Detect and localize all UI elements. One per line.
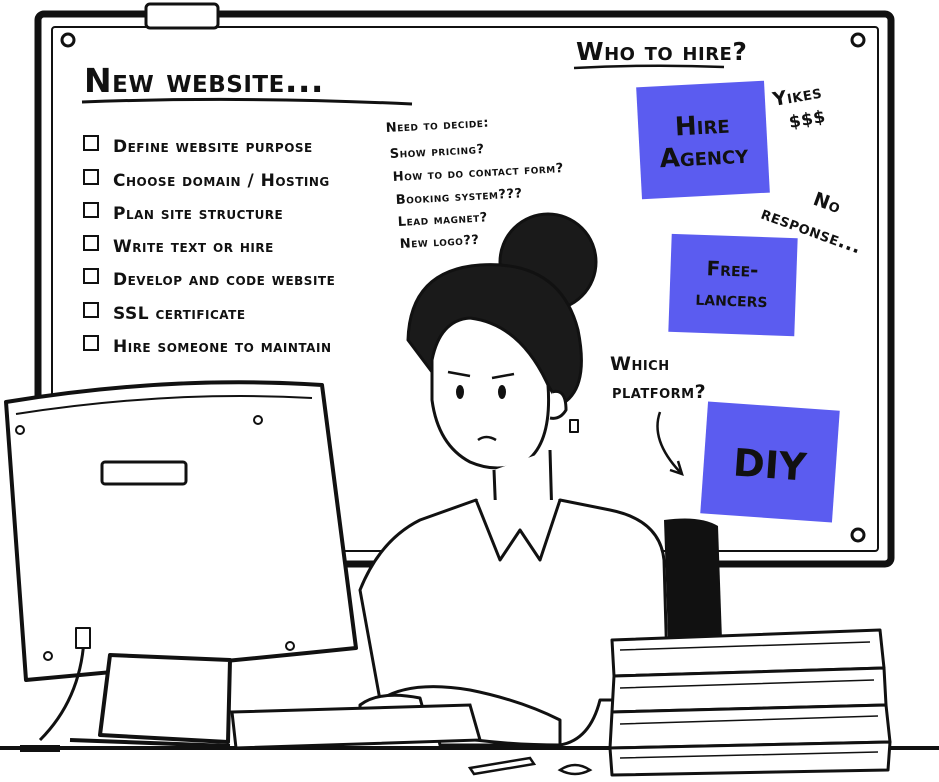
note-line: Agency bbox=[659, 140, 750, 175]
checklist-item: Develop and code website bbox=[113, 270, 335, 290]
checklist-item: Choose domain / Hosting bbox=[113, 171, 330, 191]
chair-icon bbox=[664, 518, 722, 640]
pin-icon bbox=[850, 32, 866, 48]
sticky-note-diy: DIY bbox=[700, 401, 840, 523]
board-title: New website... bbox=[84, 61, 324, 100]
checklist-item: Hire someone to maintain bbox=[113, 337, 331, 357]
eraser-icon bbox=[557, 763, 593, 776]
sticky-note-agency: Hire Agency bbox=[636, 80, 770, 200]
note-bg bbox=[668, 233, 798, 337]
which-platform-text: platform? bbox=[612, 381, 706, 403]
checkbox-icon bbox=[83, 335, 99, 351]
checkbox-icon bbox=[83, 169, 99, 185]
note-line: Free- bbox=[706, 256, 759, 282]
book-stack bbox=[608, 628, 892, 777]
which-platform-text: Which bbox=[610, 353, 670, 375]
checkbox-icon bbox=[83, 135, 99, 151]
checkbox-icon bbox=[83, 302, 99, 318]
hire-heading: Who to hire? bbox=[576, 37, 747, 66]
keyboard-icon bbox=[230, 703, 482, 750]
desk-foot bbox=[20, 745, 60, 752]
checklist-item: SSL certificate bbox=[113, 304, 246, 324]
illustration: New website... Define website purpose Ch… bbox=[0, 2, 939, 777]
checkbox-icon bbox=[83, 268, 99, 284]
note-line: Hire bbox=[674, 110, 730, 143]
note-line: lancers bbox=[695, 286, 768, 313]
checklist-item: Define website purpose bbox=[113, 137, 313, 157]
monitor-port-icon bbox=[100, 460, 188, 486]
note-line: DIY bbox=[732, 440, 809, 489]
checklist-item: Plan site structure bbox=[113, 204, 283, 224]
sticky-note-freelancers: Free- lancers bbox=[668, 233, 798, 337]
checkbox-icon bbox=[83, 235, 99, 251]
board-clip-icon bbox=[144, 2, 220, 30]
computer-monitor bbox=[4, 380, 358, 748]
pin-icon bbox=[60, 32, 76, 48]
pin-icon bbox=[850, 527, 866, 543]
checkbox-icon bbox=[83, 202, 99, 218]
pen-icon bbox=[467, 756, 537, 776]
checklist-item: Write text or hire bbox=[113, 237, 274, 257]
